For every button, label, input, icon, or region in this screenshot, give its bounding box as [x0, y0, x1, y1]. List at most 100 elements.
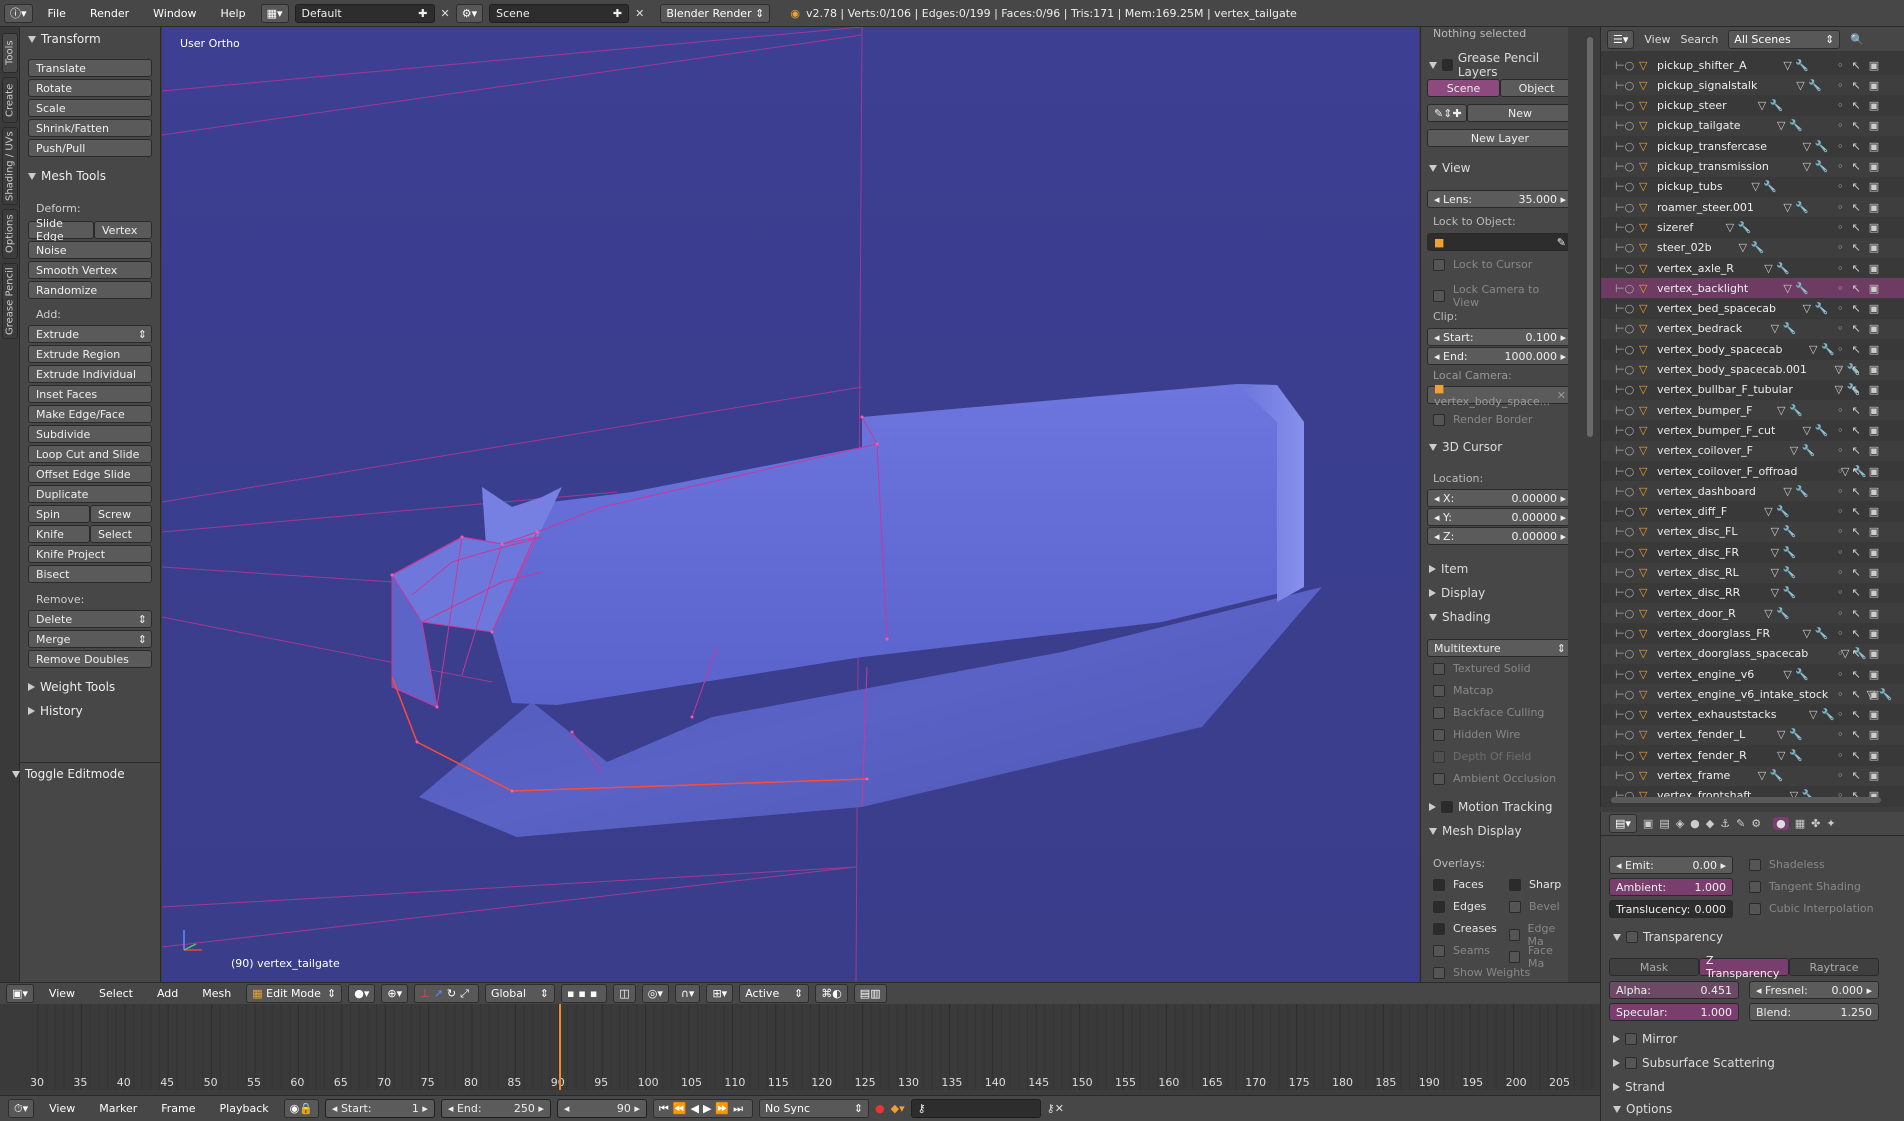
outliner-item[interactable]: ⊢○ ▽ pickup_transmission ▽ 🔧 ◦↖▣	[1601, 156, 1904, 177]
extrude-dropdown[interactable]: Extrude ⇕	[28, 325, 152, 343]
props-editor-icon[interactable]: ▤▾	[1609, 814, 1637, 833]
end-frame-field[interactable]: ◂ End: 250 ▸	[440, 1099, 551, 1118]
delete-dropdown[interactable]: Delete ⇕	[28, 610, 152, 628]
tab-create[interactable]: Create	[2, 77, 18, 123]
visibility-icons[interactable]: ◦↖▣	[1837, 119, 1887, 132]
material-tab-icon[interactable]: ●	[1773, 817, 1789, 830]
motion-tracking-header[interactable]: Motion Tracking	[1429, 800, 1552, 814]
creases-checkbox[interactable]: Creases	[1433, 922, 1497, 935]
current-frame-marker[interactable]	[559, 1004, 561, 1090]
ambient-field[interactable]: Ambient: 1.000	[1609, 878, 1733, 896]
ambient-occlusion-checkbox[interactable]: Ambient Occlusion	[1433, 772, 1556, 785]
faces-checkbox[interactable]: Faces	[1433, 878, 1484, 891]
tangent-shading-checkbox[interactable]: Tangent Shading	[1749, 880, 1861, 893]
offset-edge-slide-button[interactable]: Offset Edge Slide	[28, 465, 152, 483]
eyedropper-icon[interactable]: ✎	[1557, 236, 1566, 249]
mask-tab[interactable]: Mask	[1609, 958, 1699, 976]
menu-file[interactable]: File	[39, 7, 75, 20]
menu-view[interactable]: View	[40, 987, 84, 1000]
manipulator-icons[interactable]: ⊥ ↗ ↻ ⤢	[414, 984, 479, 1003]
cubic-interp-checkbox[interactable]: Cubic Interpolation	[1749, 902, 1874, 915]
snap-icon[interactable]: ⊞▾	[706, 984, 734, 1003]
outliner-item[interactable]: ⊢○ ▽ vertex_body_spacecab.001 ▽ 🔧 ◦↖▣	[1601, 359, 1904, 380]
visibility-icons[interactable]: ◦↖▣	[1837, 668, 1887, 681]
outliner-item[interactable]: ⊢○ ▽ vertex_disc_RR ▽ 🔧 ◦↖▣	[1601, 583, 1904, 603]
fresnel-field[interactable]: ◂ Fresnel: 0.000 ▸	[1749, 981, 1879, 999]
visibility-icons[interactable]: ◦↖▣	[1837, 404, 1887, 417]
translucency-field[interactable]: Translucency: 0.000	[1609, 900, 1733, 918]
specular-field[interactable]: Specular: 1.000	[1609, 1003, 1739, 1021]
limit-selection-icon[interactable]: ◫	[613, 984, 636, 1003]
loop-cut-button[interactable]: Loop Cut and Slide	[28, 445, 152, 463]
outliner-search-menu[interactable]: Search	[1681, 33, 1719, 46]
outliner-item[interactable]: ⊢○ ▽ vertex_engine_v6_intake_stock ▽ 🔧 ◦↖▣	[1601, 684, 1904, 705]
visibility-icons[interactable]: ◦↖▣	[1837, 201, 1887, 214]
scene-field[interactable]: Scene ✚	[489, 3, 630, 23]
outliner-item[interactable]: ⊢○ ▽ vertex_door_R ▽ 🔧 ◦↖▣	[1601, 603, 1904, 624]
noise-button[interactable]: Noise	[28, 241, 152, 259]
info-editor-type-button[interactable]: ⓘ▾	[4, 3, 33, 23]
menu-add[interactable]: Add	[148, 987, 187, 1000]
visibility-icons[interactable]: ◦↖▣	[1837, 465, 1887, 478]
rotate-button[interactable]: Rotate	[28, 79, 152, 97]
knife-select-button[interactable]: Select	[90, 525, 152, 543]
matcap-checkbox[interactable]: Matcap	[1433, 684, 1493, 697]
merge-dropdown[interactable]: Merge ⇕	[28, 630, 152, 648]
outliner-item[interactable]: ⊢○ ▽ vertex_diff_F ▽ 🔧 ◦↖▣	[1601, 502, 1904, 522]
clear-icon[interactable]: ✕	[1557, 389, 1566, 402]
new-layer-button[interactable]: New Layer	[1427, 129, 1568, 147]
subdivide-button[interactable]: Subdivide	[28, 425, 152, 443]
bisect-button[interactable]: Bisect	[28, 565, 152, 583]
visibility-icons[interactable]: ◦↖▣	[1837, 79, 1887, 92]
visibility-icons[interactable]: ◦↖▣	[1837, 505, 1887, 518]
item-panel-header[interactable]: Item	[1429, 562, 1468, 576]
tl-menu-view[interactable]: View	[40, 1102, 84, 1115]
menu-mesh[interactable]: Mesh	[193, 987, 240, 1000]
outliner-item[interactable]: ⊢○ ▽ vertex_doorglass_FR ▽ 🔧 ◦↖▣	[1601, 623, 1904, 643]
clip-end-field[interactable]: ◂ End: 1000.000 ▸	[1427, 347, 1568, 365]
visibility-icons[interactable]: ◦↖▣	[1837, 769, 1887, 782]
gp-object-tab[interactable]: Object	[1500, 79, 1568, 97]
sss-header[interactable]: Subsurface Scattering	[1613, 1056, 1775, 1070]
mesh-display-header[interactable]: Mesh Display	[1429, 824, 1522, 838]
extrude-individual-button[interactable]: Extrude Individual	[28, 365, 152, 383]
current-frame-field[interactable]: ◂ 90 ▸	[556, 1099, 647, 1118]
outliner-item[interactable]: ⊢○ ▽ vertex_fender_L ▽ 🔧 ◦↖▣	[1601, 724, 1904, 745]
make-edge-face-button[interactable]: Make Edge/Face	[28, 405, 152, 423]
mirror-header[interactable]: Mirror	[1613, 1032, 1677, 1046]
close-scene-icon[interactable]: ✕	[635, 7, 644, 20]
scene-icon[interactable]: ⚙▾	[455, 3, 484, 23]
view-panel-header[interactable]: View	[1429, 161, 1470, 175]
outliner-item[interactable]: ⊢○ ▽ vertex_body_spacecab ▽ 🔧 ◦↖▣	[1601, 339, 1904, 359]
visibility-icons[interactable]: ◦↖▣	[1837, 160, 1887, 173]
slide-vertex-button[interactable]: Vertex	[94, 221, 152, 239]
extrude-region-button[interactable]: Extrude Region	[28, 345, 152, 363]
outliner-item[interactable]: ⊢○ ▽ vertex_disc_FR ▽ 🔧 ◦↖▣	[1601, 542, 1904, 562]
cursor-x-field[interactable]: ◂ X: 0.00000 ▸	[1427, 489, 1568, 507]
visibility-icons[interactable]: ◦↖▣	[1837, 221, 1887, 234]
3d-cursor-header[interactable]: 3D Cursor	[1429, 440, 1502, 454]
render-engine-select[interactable]: Blender Render ⇕	[660, 3, 771, 23]
timeline-editor-icon[interactable]: ⏱▾	[8, 1099, 35, 1118]
visibility-icons[interactable]: ◦↖▣	[1837, 708, 1887, 721]
knife-button[interactable]: Knife	[28, 525, 90, 543]
outliner-item[interactable]: ⊢○ ▽ vertex_fender_R ▽ 🔧 ◦↖▣	[1601, 745, 1904, 765]
remove-doubles-button[interactable]: Remove Doubles	[28, 650, 152, 668]
sync-select[interactable]: No Sync ⇕	[759, 1099, 870, 1118]
display-panel-header[interactable]: Display	[1429, 586, 1485, 600]
visibility-icons[interactable]: ◦↖▣	[1837, 262, 1887, 275]
outliner-item[interactable]: ⊢○ ▽ pickup_signalstalk ▽ 🔧 ◦↖▣	[1601, 75, 1904, 96]
outliner-item[interactable]: ⊢○ ▽ pickup_tailgate ▽ 🔧 ◦↖▣	[1601, 115, 1904, 136]
visibility-icons[interactable]: ◦↖▣	[1837, 59, 1887, 72]
gp-pencil-icon[interactable]: ✎⇕ ✚	[1427, 104, 1467, 122]
pivot-icon[interactable]: ⊕▾	[381, 984, 409, 1003]
alpha-field[interactable]: Alpha: 0.451	[1609, 981, 1739, 999]
menu-help[interactable]: Help	[212, 7, 255, 20]
visibility-icons[interactable]: ◦↖▣	[1837, 627, 1887, 640]
props-context-icons[interactable]: ▣▤◈●◆⚓✎⚙	[1643, 817, 1767, 830]
snap-options-icons[interactable]: ⌘◐	[815, 984, 848, 1003]
tl-menu-marker[interactable]: Marker	[90, 1102, 146, 1115]
mirror-checkbox[interactable]	[1625, 1033, 1637, 1045]
outliner-item[interactable]: ⊢○ ▽ pickup_steer ▽ 🔧 ◦↖▣	[1601, 96, 1904, 116]
add-layout-icon[interactable]: ✚	[418, 7, 427, 20]
